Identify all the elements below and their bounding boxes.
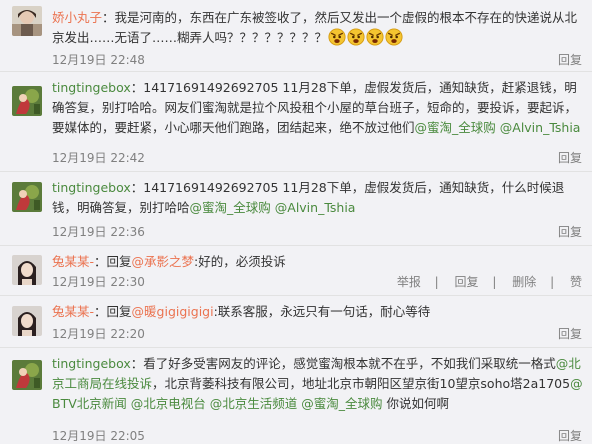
angry-face-icon: [328, 28, 346, 46]
comment-content: ：看了好多受害网友的评论，感觉蜜淘根本就不在乎，不如我们采取统一格式: [130, 356, 556, 371]
comment-text: tingtingebox：看了好多受害网友的评论，感觉蜜淘根本就不在乎，不如我们…: [52, 354, 584, 414]
mention-link[interactable]: @Alvin_Tshia: [500, 120, 581, 135]
username-link[interactable]: tingtingebox: [52, 180, 131, 195]
angry-face-icon: [366, 28, 384, 46]
comment-meta: 12月19日 22:20 回复: [52, 326, 582, 342]
timestamp: 12月19日 22:30: [52, 275, 145, 289]
comment-text: tingtingebox：14171691492692705 11月28下单，虚…: [52, 178, 584, 218]
comment-meta: 12月19日 22:05 回复: [52, 428, 582, 444]
divider: |: [434, 275, 439, 289]
avatar[interactable]: [12, 6, 42, 36]
divider: |: [492, 275, 497, 289]
comment-content: ：我是河南的，东西在广东被签收了，然后又发出一个虚假的根本不存在的快递说从北京发…: [52, 10, 578, 45]
username-link[interactable]: 娇小丸子: [52, 10, 102, 25]
avatar[interactable]: [12, 255, 42, 285]
comment-item: 兔某某-：回复@承影之梦:好的，必须投诉 12月19日 22:30 举报 | 回…: [0, 246, 592, 296]
comment-item: tingtingebox：14171691492692705 11月28下单，虚…: [0, 72, 592, 172]
mention-link[interactable]: @蜜淘_全球购: [301, 396, 382, 411]
avatar[interactable]: [12, 360, 42, 390]
username-link[interactable]: tingtingebox: [52, 80, 131, 95]
comment-item: tingtingebox：看了好多受害网友的评论，感觉蜜淘根本就不在乎，不如我们…: [0, 348, 592, 444]
avatar[interactable]: [12, 182, 42, 212]
reply-button[interactable]: 回复: [558, 429, 582, 443]
comment-meta: 12月19日 22:48 回复: [52, 52, 582, 68]
report-button[interactable]: 举报: [397, 275, 421, 289]
like-button[interactable]: 赞: [570, 275, 582, 289]
comment-meta: 12月19日 22:42 回复: [52, 150, 582, 166]
divider: |: [550, 275, 555, 289]
timestamp: 12月19日 22:48: [52, 53, 145, 67]
mention-link[interactable]: @北京电视台: [131, 396, 206, 411]
comment-text: tingtingebox：14171691492692705 11月28下单，虚…: [52, 78, 584, 138]
comment-item: 兔某某-：回复@暖gigigigigi:联系客服，永远只有一句话，耐心等待 12…: [0, 296, 592, 348]
emoji-group: [327, 28, 403, 46]
mention-link[interactable]: @蜜淘_全球购: [190, 200, 271, 215]
comment-content: :联系客服，永远只有一句话，耐心等待: [213, 304, 431, 319]
reply-button[interactable]: 回复: [558, 225, 582, 239]
reply-button[interactable]: 回复: [455, 275, 479, 289]
username-link[interactable]: 兔某某-: [52, 304, 94, 319]
reply-button[interactable]: 回复: [558, 327, 582, 341]
comment-content: ，北京背萎科技有限公司，地址北京市朝阳区望京街10望京soho塔2a1705: [152, 376, 571, 391]
comment-item: 娇小丸子：我是河南的，东西在广东被签收了，然后又发出一个虚假的根本不存在的快递说…: [0, 0, 592, 72]
timestamp: 12月19日 22:05: [52, 429, 145, 443]
comment-item: tingtingebox：14171691492692705 11月28下单，虚…: [0, 172, 592, 246]
reply-button[interactable]: 回复: [558, 53, 582, 67]
reply-prefix: ：回复: [94, 254, 132, 269]
comment-content: :好的，必须投诉: [194, 254, 286, 269]
timestamp: 12月19日 22:42: [52, 151, 145, 165]
timestamp: 12月19日 22:20: [52, 327, 145, 341]
username-link[interactable]: 兔某某-: [52, 254, 94, 269]
mention-link[interactable]: @Alvin_Tshia: [275, 200, 356, 215]
comment-meta: 12月19日 22:30 举报 | 回复 | 删除 | 赞: [52, 274, 582, 290]
timestamp: 12月19日 22:36: [52, 225, 145, 239]
reply-button[interactable]: 回复: [558, 151, 582, 165]
reply-prefix: ：回复: [94, 304, 132, 319]
delete-button[interactable]: 删除: [512, 275, 536, 289]
comment-content: 你说如何啊: [382, 396, 449, 411]
avatar[interactable]: [12, 86, 42, 116]
username-link[interactable]: tingtingebox: [52, 356, 131, 371]
mention-link[interactable]: @蜜淘_全球购: [415, 120, 496, 135]
mention-link[interactable]: @北京生活频道: [210, 396, 298, 411]
comment-text: 娇小丸子：我是河南的，东西在广东被签收了，然后又发出一个虚假的根本不存在的快递说…: [52, 8, 584, 48]
angry-face-icon: [347, 28, 365, 46]
mention-link[interactable]: @承影之梦: [132, 254, 195, 269]
angry-face-icon: [385, 28, 403, 46]
comment-content: ：14171691492692705 11月28下单，虚假发货后，通知缺货，赶紧…: [52, 80, 578, 135]
mention-link[interactable]: @暖gigigigigi: [132, 304, 214, 319]
comment-text: 兔某某-：回复@暖gigigigigi:联系客服，永远只有一句话，耐心等待: [52, 302, 584, 322]
comment-text: 兔某某-：回复@承影之梦:好的，必须投诉: [52, 252, 584, 272]
comment-meta: 12月19日 22:36 回复: [52, 224, 582, 240]
avatar[interactable]: [12, 306, 42, 336]
